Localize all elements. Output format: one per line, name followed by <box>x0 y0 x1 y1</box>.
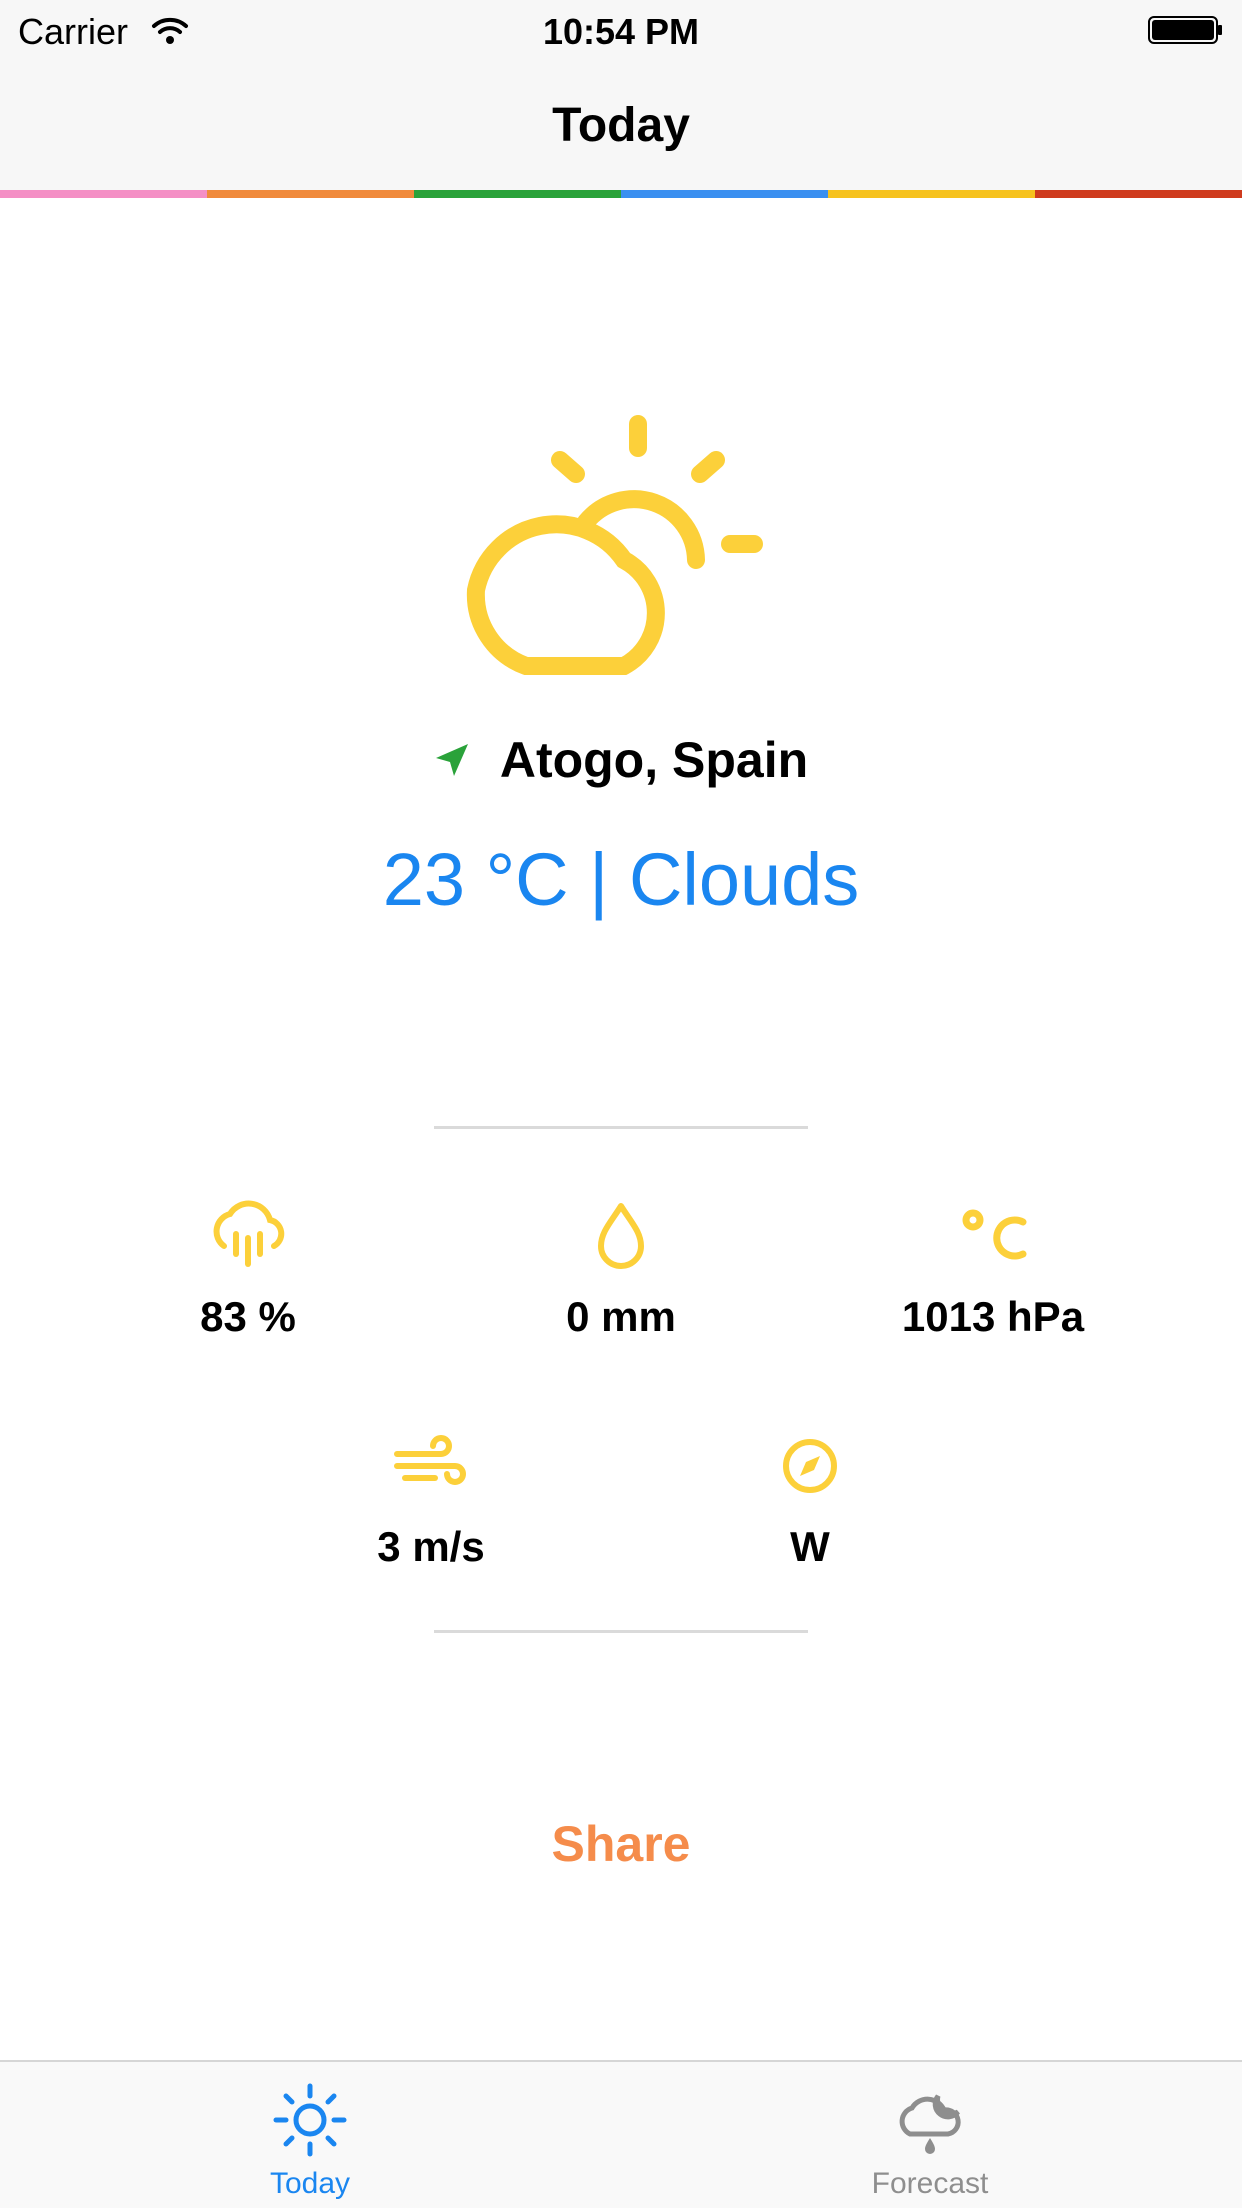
location-row: Atogo, Spain <box>0 730 1242 790</box>
wind-direction-stat: W <box>660 1426 960 1574</box>
divider-top <box>434 1126 808 1129</box>
today-screen: Carrier 10:54 PM Today Atogo, Spain 23 °… <box>0 0 1242 2208</box>
top-bar: Carrier 10:54 PM Today <box>0 0 1242 190</box>
pressure-value: 1013 hPa <box>901 1293 1085 1340</box>
precipitation-stat: 0 mm <box>471 1196 771 1344</box>
partly-cloudy-icon <box>466 415 763 675</box>
rainbow-segment <box>828 190 1035 198</box>
rainbow-segment <box>1035 190 1242 198</box>
wind-speed-value: 3 m/s <box>377 1523 485 1570</box>
tab-forecast-label: Forecast <box>871 2167 989 2200</box>
battery-icon <box>1148 16 1222 44</box>
wind-speed-stat: 3 m/s <box>281 1426 581 1574</box>
humidity-value: 83 % <box>200 1293 296 1340</box>
wind-icon <box>394 1435 466 1485</box>
rain-cloud-icon <box>213 1200 285 1267</box>
tab-bar: Today Forecast <box>0 2060 1242 2208</box>
share-button[interactable]: Share <box>0 1812 1242 1876</box>
celsius-icon <box>962 1209 1027 1260</box>
tab-today-label: Today <box>269 2167 351 2200</box>
humidity-stat: 83 % <box>98 1196 398 1344</box>
precipitation-value: 0 mm <box>566 1293 676 1340</box>
drop-icon <box>598 1203 644 1269</box>
divider-bottom <box>434 1630 808 1633</box>
wind-direction-value: W <box>790 1523 830 1570</box>
location-arrow-icon <box>435 744 468 776</box>
rainbow-segment <box>0 190 207 198</box>
sun-icon <box>273 2083 347 2157</box>
page-title: Today <box>552 99 690 152</box>
compass-icon <box>783 1439 837 1493</box>
location-label: Atogo, Spain <box>499 732 809 788</box>
pressure-stat: 1013 hPa <box>843 1196 1143 1344</box>
rainbow-segment <box>414 190 621 198</box>
rainbow-segment <box>621 190 828 198</box>
temperature-summary: 23 °C | Clouds <box>382 838 860 921</box>
status-time: 10:54 PM <box>542 11 700 52</box>
rainbow-segment <box>207 190 414 198</box>
tab-today[interactable]: Today <box>160 2082 460 2202</box>
rainbow-strip <box>0 190 1242 198</box>
cloud-moon-rain-icon <box>899 2094 961 2154</box>
tab-forecast[interactable]: Forecast <box>780 2082 1080 2202</box>
